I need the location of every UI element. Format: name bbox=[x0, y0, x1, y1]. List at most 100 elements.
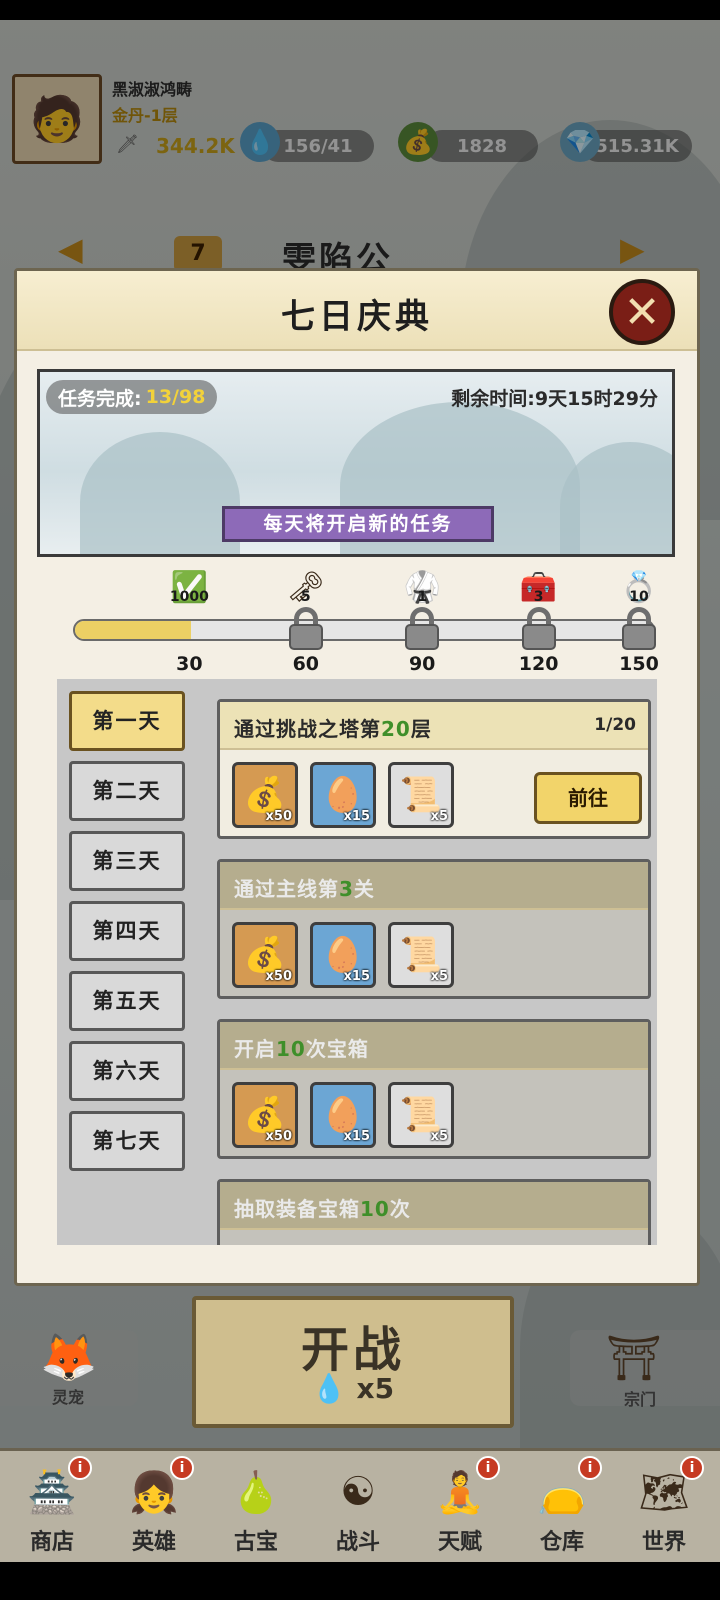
lock-icon bbox=[620, 607, 658, 651]
reward-qty: x5 bbox=[430, 1129, 448, 1144]
lock-icon bbox=[287, 607, 325, 651]
milestone-label: 90 bbox=[408, 653, 436, 675]
info-badge-icon: i bbox=[578, 1456, 602, 1480]
pet-label: 灵宠 bbox=[52, 1388, 85, 1407]
reward-item[interactable]: 💰 x50 bbox=[232, 762, 298, 828]
reward-qty: x5 bbox=[430, 809, 448, 824]
modal-title: 七日庆典 bbox=[281, 297, 433, 337]
time-remaining: 剩余时间:9天15时29分 bbox=[451, 387, 658, 410]
nav-yin-yang[interactable]: ☯ 战斗 bbox=[308, 1456, 408, 1560]
battle-cost-value: x5 bbox=[356, 1372, 395, 1405]
nav-sack[interactable]: 👝 仓库 i bbox=[512, 1456, 612, 1560]
nav-hero[interactable]: 👧 英雄 i bbox=[104, 1456, 204, 1560]
task-progress: 1/20 bbox=[594, 715, 636, 735]
tab-day-4[interactable]: 第四天 bbox=[69, 901, 185, 961]
reward-item[interactable]: 📜 x5 bbox=[388, 762, 454, 828]
task-header: 通过挑战之塔第20层 1/20 bbox=[220, 702, 648, 750]
task-header: 抽取装备宝箱10次 bbox=[220, 1182, 648, 1230]
task-name-number: 3 bbox=[339, 877, 354, 901]
tab-day-7[interactable]: 第七天 bbox=[69, 1111, 185, 1171]
task-name: 抽取装备宝箱10次 bbox=[234, 1193, 411, 1222]
nav-label: 商店 bbox=[29, 1530, 74, 1555]
close-button[interactable]: ✕ bbox=[609, 279, 675, 345]
go-button[interactable]: 前往 bbox=[534, 772, 642, 824]
lock-icon bbox=[403, 607, 441, 651]
task-name-number: 10 bbox=[360, 1197, 390, 1221]
nav-label: 世界 bbox=[641, 1530, 686, 1555]
day-tabs: 第一天第二天第三天第四天第五天第六天第七天 bbox=[57, 679, 207, 1245]
task-name-suffix: 层 bbox=[410, 717, 432, 741]
task-completion-value: 13/98 bbox=[145, 386, 206, 408]
milestone-qty: 1 bbox=[417, 589, 428, 605]
modal-header: 七日庆典 ✕ bbox=[17, 271, 697, 351]
task-name: 通过主线第3关 bbox=[234, 873, 375, 902]
sect-gate-icon: ⛩ bbox=[606, 1333, 662, 1384]
event-banner: 任务完成: 13/98 剩余时间:9天15时29分 每天将开启新的任务 bbox=[37, 369, 675, 557]
lock-icon bbox=[520, 607, 558, 651]
close-icon: ✕ bbox=[623, 286, 661, 338]
daily-tip-banner: 每天将开启新的任务 bbox=[222, 506, 494, 542]
info-badge-icon: i bbox=[68, 1456, 92, 1480]
status-bar bbox=[0, 0, 720, 20]
task-header: 开启10次宝箱 bbox=[220, 1022, 648, 1070]
progress-bar bbox=[73, 619, 655, 641]
milestone-label: 30 bbox=[176, 653, 203, 675]
reward-qty: x5 bbox=[430, 969, 448, 984]
sect-label: 宗门 bbox=[624, 1390, 657, 1409]
tab-day-5[interactable]: 第五天 bbox=[69, 971, 185, 1031]
task-header: 通过主线第3关 bbox=[220, 862, 648, 910]
seven-day-event-modal: 七日庆典 ✕ 任务完成: 13/98 剩余时间:9天15时29分 每天将开启新的… bbox=[14, 268, 700, 1286]
nav-label: 天赋 bbox=[437, 1530, 482, 1555]
task-card: 抽取装备宝箱10次 bbox=[217, 1179, 651, 1245]
nav-gourd[interactable]: 🍐 古宝 bbox=[206, 1456, 306, 1560]
milestone-label: 150 bbox=[619, 653, 659, 675]
milestone-qty: 10 bbox=[629, 589, 649, 605]
start-battle-label: 开战 bbox=[300, 1322, 405, 1378]
task-name-prefix: 通过主线第 bbox=[234, 877, 339, 901]
battle-cost: 💧 x5 bbox=[192, 1372, 514, 1405]
task-list[interactable]: 通过挑战之塔第20层 1/20 💰 x50 🥚 x15 📜 x5 前往 通过主线第3关 💰 x50 🥚 x… bbox=[205, 679, 657, 1245]
task-name-suffix: 次宝箱 bbox=[305, 1037, 369, 1061]
task-name-number: 20 bbox=[381, 717, 411, 741]
reward-item[interactable]: 📜 x5 bbox=[388, 922, 454, 988]
tab-day-2[interactable]: 第二天 bbox=[69, 761, 185, 821]
nav-shop[interactable]: 🏯 商店 i bbox=[2, 1456, 102, 1560]
nav-label: 英雄 bbox=[131, 1530, 176, 1555]
info-badge-icon: i bbox=[170, 1456, 194, 1480]
task-name-suffix: 关 bbox=[353, 877, 375, 901]
milestone-label: 120 bbox=[518, 653, 559, 675]
reward-item[interactable]: 🥚 x15 bbox=[310, 1082, 376, 1148]
reward-qty: x15 bbox=[343, 1129, 370, 1144]
reward-qty: x50 bbox=[265, 809, 292, 824]
reward-qty: x50 bbox=[265, 1129, 292, 1144]
milestone-qty: 5 bbox=[300, 589, 311, 605]
tab-day-1[interactable]: 第一天 bbox=[69, 691, 185, 751]
task-name: 通过挑战之塔第20层 bbox=[234, 713, 432, 742]
nav-world-map[interactable]: 🗺 世界 i bbox=[614, 1456, 714, 1560]
task-name-number: 10 bbox=[276, 1037, 306, 1061]
tab-day-6[interactable]: 第六天 bbox=[69, 1041, 185, 1101]
task-card: 开启10次宝箱 💰 x50 🥚 x15 📜 x5 bbox=[217, 1019, 651, 1159]
lock-body bbox=[622, 624, 656, 650]
task-name-prefix: 开启 bbox=[234, 1037, 276, 1061]
nav-meditation[interactable]: 🧘 天赋 i bbox=[410, 1456, 510, 1560]
system-nav-bar bbox=[0, 1562, 720, 1600]
reward-item[interactable]: 💰 x50 bbox=[232, 1082, 298, 1148]
reward-item[interactable]: 💰 x50 bbox=[232, 922, 298, 988]
task-card: 通过主线第3关 💰 x50 🥚 x15 📜 x5 bbox=[217, 859, 651, 999]
task-completion: 任务完成: 13/98 bbox=[46, 380, 218, 414]
reward-item[interactable]: 📜 x5 bbox=[388, 1082, 454, 1148]
reward-item[interactable]: 🥚 x15 bbox=[310, 922, 376, 988]
nav-label: 仓库 bbox=[539, 1530, 584, 1555]
nav-label: 战斗 bbox=[335, 1530, 380, 1555]
lock-body bbox=[405, 624, 440, 650]
task-name-prefix: 抽取装备宝箱 bbox=[234, 1197, 360, 1221]
reward-item[interactable]: 🥚 x15 bbox=[310, 762, 376, 828]
reward-qty: x15 bbox=[343, 809, 370, 824]
reward-qty: x15 bbox=[343, 969, 370, 984]
water-drop-icon: 💧 bbox=[311, 1372, 347, 1405]
task-name-prefix: 通过挑战之塔第 bbox=[234, 717, 381, 741]
tab-day-3[interactable]: 第三天 bbox=[69, 831, 185, 891]
reward-qty: x50 bbox=[265, 969, 292, 984]
fox-icon: 🦊 bbox=[40, 1330, 98, 1384]
